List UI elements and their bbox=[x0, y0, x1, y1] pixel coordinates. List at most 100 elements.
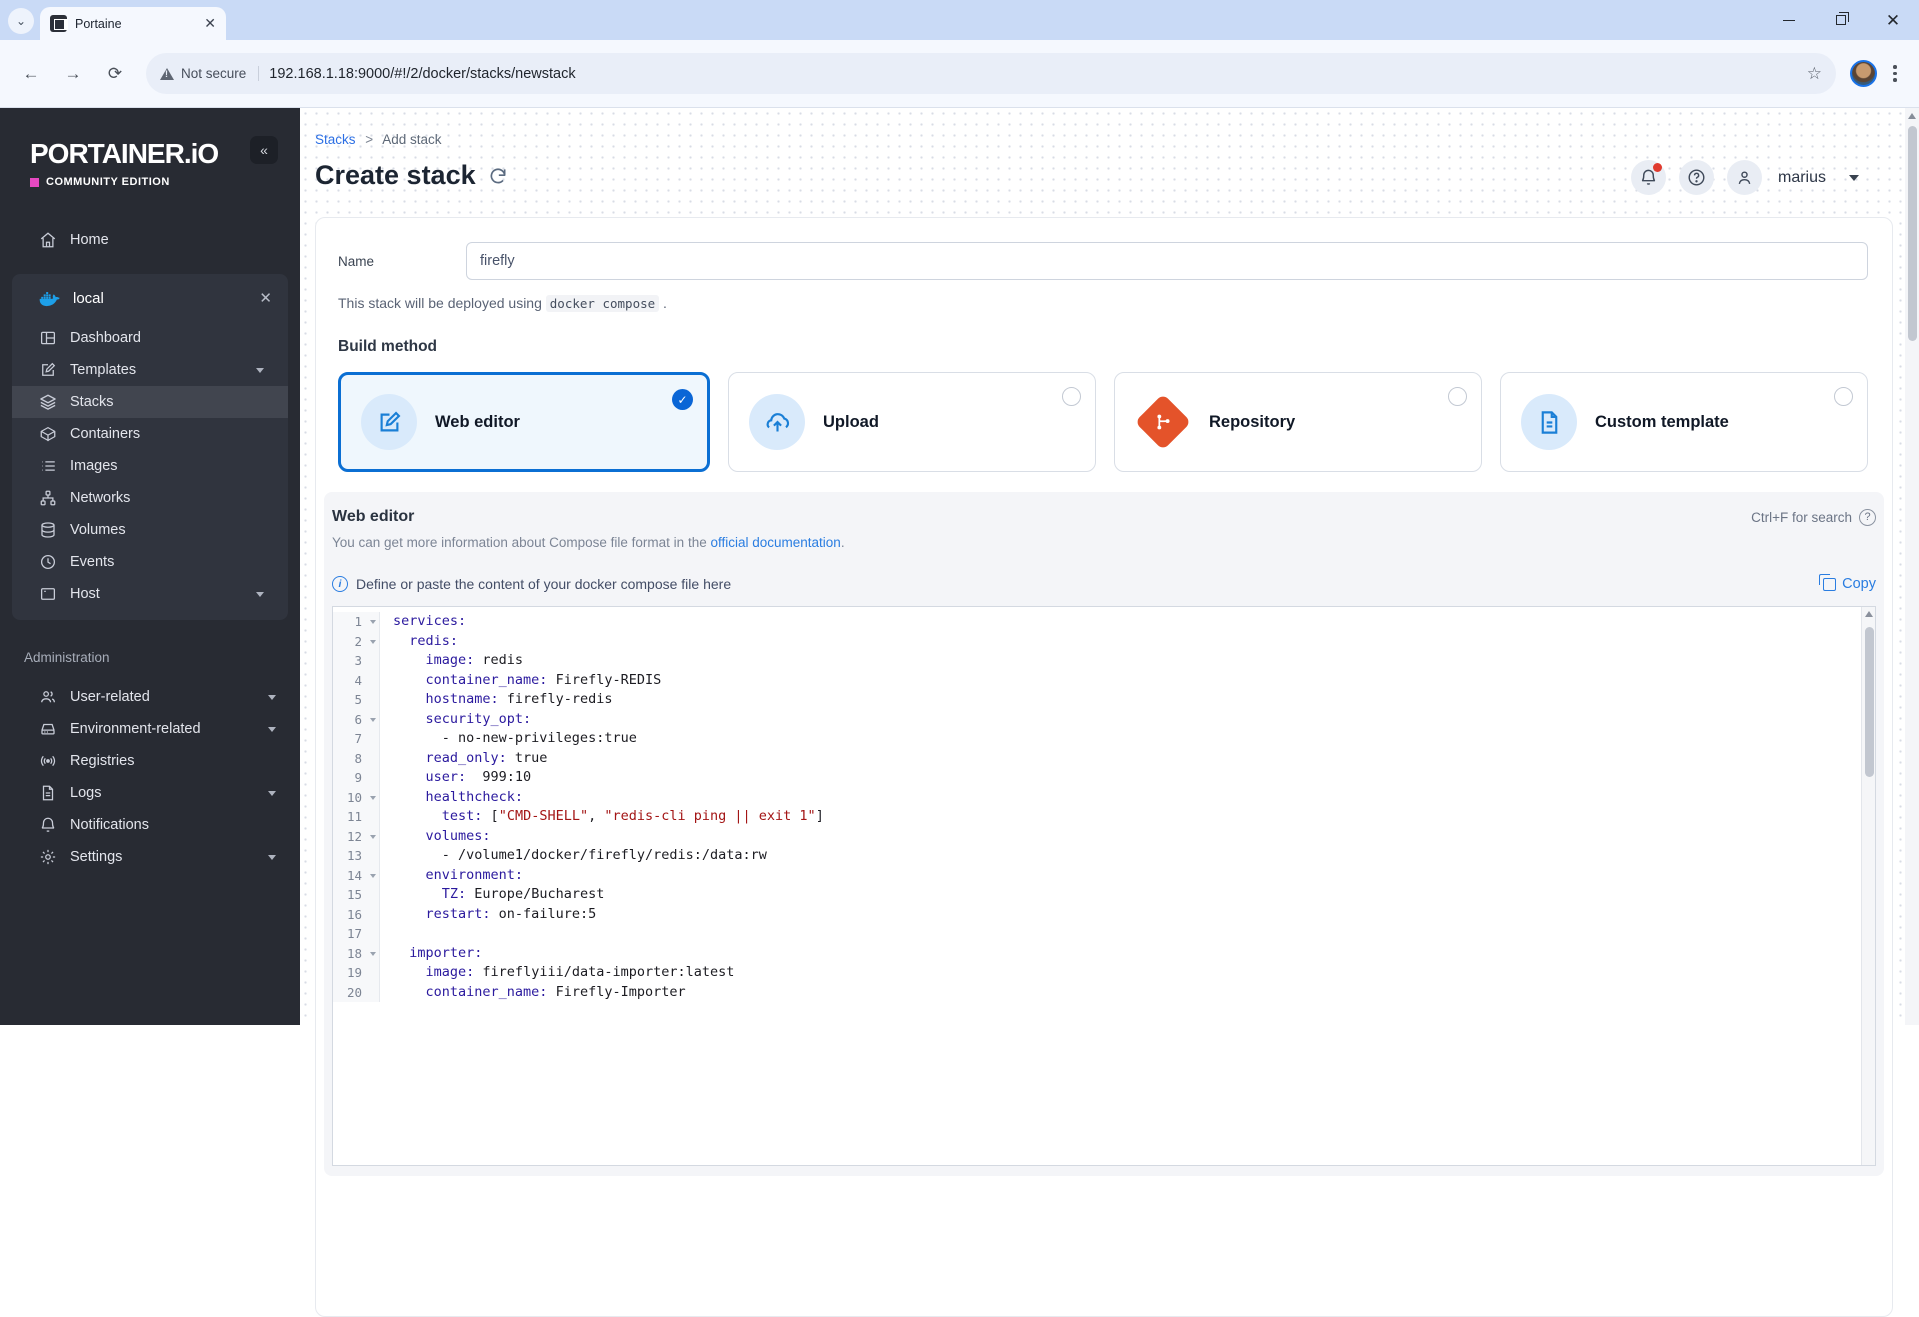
sidebar-item-user-related[interactable]: User-related bbox=[0, 681, 300, 713]
code-line: 7 - no-new-privileges:true bbox=[333, 729, 1875, 749]
editor-scrollbar[interactable] bbox=[1861, 607, 1875, 1165]
build-method-repository[interactable]: Repository bbox=[1114, 372, 1482, 472]
editor-scroll-up-icon[interactable] bbox=[1865, 611, 1873, 617]
bookmark-star-icon[interactable]: ☆ bbox=[1807, 64, 1822, 84]
code-text: test: ["CMD-SHELL", "redis-cli ping || e… bbox=[441, 808, 824, 824]
page-title: Create stack bbox=[315, 160, 476, 190]
fold-chevron-icon[interactable] bbox=[370, 795, 376, 800]
sidebar-item-containers[interactable]: Containers bbox=[12, 418, 288, 450]
window-minimize-button[interactable] bbox=[1763, 0, 1815, 40]
help-button[interactable] bbox=[1678, 160, 1714, 195]
sidebar: PORTAINER.iO COMMUNITY EDITION « Home lo… bbox=[0, 108, 300, 1025]
browser-profile-avatar[interactable] bbox=[1850, 60, 1877, 87]
line-number: 9 bbox=[333, 768, 380, 788]
volumes-icon bbox=[38, 521, 57, 540]
copy-button[interactable]: Copy bbox=[1819, 573, 1876, 592]
browser-tab[interactable]: Portaine ✕ bbox=[40, 7, 226, 40]
official-documentation-link[interactable]: official documentation bbox=[710, 535, 840, 550]
back-button[interactable]: ← bbox=[14, 57, 48, 91]
sidebar-item-templates[interactable]: Templates bbox=[12, 354, 288, 386]
sidebar-item-label: Notifications bbox=[70, 817, 149, 833]
page-scrollbar[interactable] bbox=[1905, 108, 1919, 1025]
browser-menu-icon[interactable] bbox=[1885, 65, 1905, 82]
tab-search-button[interactable]: ⌄ bbox=[8, 8, 34, 34]
chevron-down-icon bbox=[256, 591, 264, 597]
fold-chevron-icon[interactable] bbox=[370, 951, 376, 956]
warning-icon bbox=[160, 67, 174, 80]
user-menu-avatar[interactable] bbox=[1726, 160, 1762, 195]
search-help-icon[interactable]: ? bbox=[1859, 508, 1876, 526]
networks-icon bbox=[38, 489, 57, 508]
dashboard-icon bbox=[38, 329, 57, 348]
line-number: 6 bbox=[333, 709, 380, 729]
notifications-bell-button[interactable] bbox=[1630, 160, 1666, 195]
not-secure-badge[interactable]: Not secure bbox=[160, 66, 260, 81]
fold-chevron-icon[interactable] bbox=[370, 873, 376, 878]
registries-icon bbox=[38, 752, 57, 771]
code-line: 16 restart: on-failure:5 bbox=[333, 904, 1875, 924]
page-scroll-thumb[interactable] bbox=[1907, 126, 1917, 341]
pencil-icon bbox=[361, 394, 417, 450]
line-number: 18 bbox=[333, 943, 380, 963]
sidebar-item-home[interactable]: Home bbox=[0, 222, 300, 258]
line-number: 13 bbox=[333, 846, 380, 866]
environment-local[interactable]: local ✕ bbox=[12, 274, 288, 322]
editor-scroll-thumb[interactable] bbox=[1864, 627, 1874, 777]
sidebar-item-logs[interactable]: Logs bbox=[0, 777, 300, 809]
sidebar-item-environment-related[interactable]: Environment-related bbox=[0, 713, 300, 745]
forward-button[interactable]: → bbox=[56, 57, 90, 91]
code-text: environment: bbox=[425, 866, 524, 883]
deploy-note: This stack will be deployed using docker… bbox=[338, 295, 667, 312]
sidebar-item-volumes[interactable]: Volumes bbox=[12, 514, 288, 546]
build-method-upload[interactable]: Upload bbox=[728, 372, 1096, 472]
stack-name-input[interactable] bbox=[466, 242, 1868, 280]
sidebar-item-notifications[interactable]: Notifications bbox=[0, 809, 300, 841]
user-chevron-down-icon[interactable] bbox=[1849, 174, 1859, 181]
window-restore-button[interactable] bbox=[1815, 0, 1867, 40]
window-close-button[interactable]: ✕ bbox=[1867, 0, 1919, 40]
sidebar-item-networks[interactable]: Networks bbox=[12, 482, 288, 514]
tab-close-icon[interactable]: ✕ bbox=[204, 15, 216, 32]
build-method-custom-template[interactable]: Custom template bbox=[1500, 372, 1868, 472]
username-label[interactable]: marius bbox=[1778, 169, 1826, 187]
address-bar[interactable]: Not secure 192.168.1.18:9000/#!/2/docker… bbox=[146, 53, 1836, 94]
code-line: 20 container_name: Firefly-Importer bbox=[333, 982, 1875, 1002]
breadcrumb-stacks-link[interactable]: Stacks bbox=[315, 132, 356, 147]
line-number: 16 bbox=[333, 904, 380, 924]
fold-chevron-icon[interactable] bbox=[370, 639, 376, 644]
method-label: Upload bbox=[823, 412, 879, 431]
browser-toolbar: ← → ⟳ Not secure 192.168.1.18:9000/#!/2/… bbox=[0, 40, 1919, 108]
info-icon: i bbox=[332, 576, 348, 592]
sidebar-item-events[interactable]: Events bbox=[12, 546, 288, 578]
sidebar-item-settings[interactable]: Settings bbox=[0, 841, 300, 873]
chevron-down-icon bbox=[268, 854, 276, 860]
selected-check-icon[interactable]: ✓ bbox=[672, 389, 693, 410]
build-method-web-editor[interactable]: Web editor ✓ bbox=[338, 372, 710, 472]
code-text: - no-new-privileges:true bbox=[393, 730, 637, 746]
sidebar-item-registries[interactable]: Registries bbox=[0, 745, 300, 777]
fold-chevron-icon[interactable] bbox=[370, 717, 376, 722]
sidebar-item-dashboard[interactable]: Dashboard bbox=[12, 322, 288, 354]
method-radio[interactable] bbox=[1448, 387, 1467, 406]
close-environment-icon[interactable]: ✕ bbox=[259, 289, 272, 307]
sidebar-item-stacks[interactable]: Stacks bbox=[12, 386, 288, 418]
reload-button[interactable]: ⟳ bbox=[98, 57, 132, 91]
line-number: 11 bbox=[333, 807, 380, 827]
fold-chevron-icon[interactable] bbox=[370, 620, 376, 624]
fold-chevron-icon[interactable] bbox=[370, 834, 376, 839]
compose-code-editor[interactable]: 1 services: 2 redis: 3 image: redis 4 contai… bbox=[332, 606, 1876, 1166]
create-stack-form: Name This stack will be deployed using d… bbox=[315, 217, 1893, 1317]
doc-icon bbox=[1521, 394, 1577, 450]
sidebar-collapse-button[interactable]: « bbox=[250, 136, 278, 164]
page-scroll-up-icon[interactable] bbox=[1908, 113, 1916, 119]
breadcrumb-current: Add stack bbox=[382, 132, 442, 147]
sidebar-item-host[interactable]: Host bbox=[12, 578, 288, 610]
sidebar-item-images[interactable]: Images bbox=[12, 450, 288, 482]
code-text: read_only: true bbox=[425, 749, 548, 766]
chevron-down-icon bbox=[268, 694, 276, 700]
code-text: importer: bbox=[409, 944, 483, 961]
method-radio[interactable] bbox=[1062, 387, 1081, 406]
refresh-icon[interactable] bbox=[488, 166, 508, 186]
code-line: 13 - /volume1/docker/firefly/redis:/data… bbox=[333, 846, 1875, 866]
method-radio[interactable] bbox=[1834, 387, 1853, 406]
